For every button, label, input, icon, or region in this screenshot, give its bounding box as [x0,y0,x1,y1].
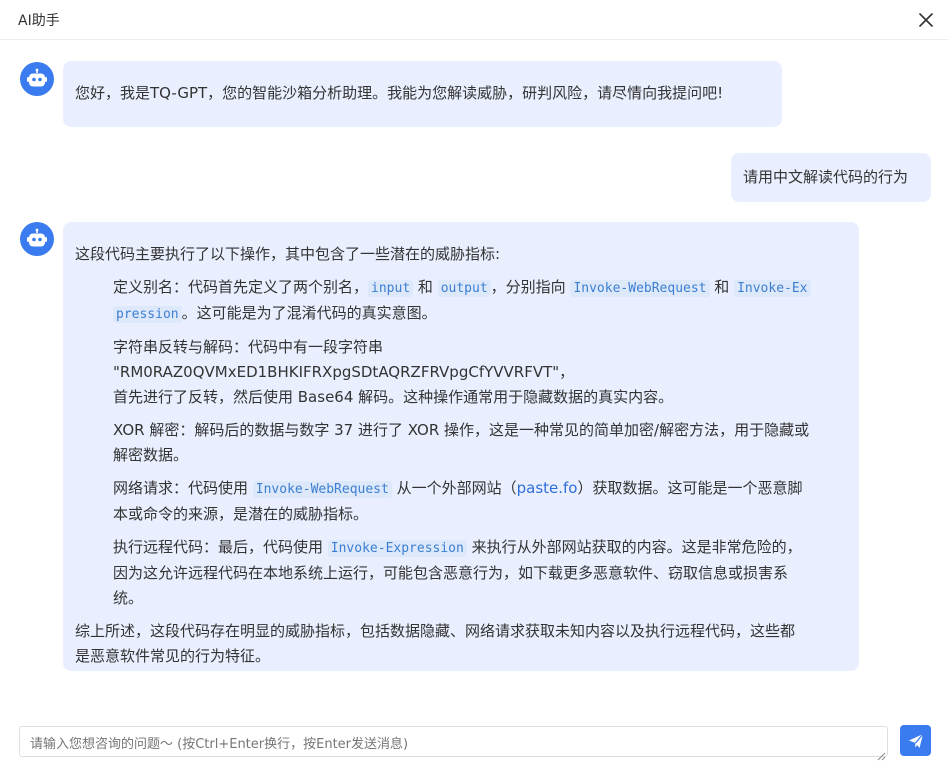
code-snippet: Invoke-Ex [734,280,811,297]
item-text: 因为这允许远程代码在本地系统上运行，可能包含恶意行为，如下载更多恶意软件、窃取信… [113,564,789,582]
item-text: 首先进行了反转，然后使用 Base64 解码。这种操作通常用于隐藏数据的真实内容… [113,388,674,406]
answer-conclusion: 综上所述，这段代码存在明显的威胁指标，包括数据隐藏、网络请求获取未知内容以及执行… [75,619,847,669]
item-text: 来执行从外部网站获取的内容。这是非常危险的， [466,538,802,556]
code-snippet: output [437,280,491,297]
greeting-text: 您好，我是TQ-GPT，您的智能沙箱分析助理。我能为您解读威胁，研判风险，请尽情… [75,84,724,102]
robot-icon [20,62,54,96]
user-message-bubble: 请用中文解读代码的行为 [731,153,931,202]
item-text: 从一个外部网站（ [391,479,517,497]
close-icon[interactable] [916,10,936,30]
code-snippet: pression [113,306,182,323]
conclusion-text: 综上所述，这段代码存在明显的威胁指标，包括数据隐藏、网络请求获取未知内容以及执行… [75,622,796,640]
website-link[interactable]: paste.fo [517,479,578,497]
robot-icon [20,222,54,256]
item-text: 和 [709,278,735,296]
item-text: ，分别指向 [490,278,571,296]
item-text: 字符串反转与解码：代码中有一段字符串 "RM0RAZ0QVMxED1BHKIFR… [113,338,575,381]
item-text: 本或命令的来源，是潜在的威胁指标。 [113,505,369,523]
composer [0,714,948,774]
resize-handle-icon[interactable] [876,746,886,761]
item-text: 。这可能是为了混淆代码的真实意图。 [181,304,437,322]
item-text: ）获取数据。这可能是一个恶意脚 [577,479,803,497]
code-snippet: Invoke-WebRequest [252,481,392,498]
ai-greeting-bubble: 您好，我是TQ-GPT，您的智能沙箱分析助理。我能为您解读威胁，研判风险，请尽情… [63,61,782,127]
item-text: 网络请求：代码使用 [113,479,253,497]
code-snippet: Invoke-Expression [327,540,467,557]
code-snippet: Invoke-WebRequest [570,280,710,297]
item-text: 定义别名：代码首先定义了两个别名， [113,278,369,296]
code-snippet: input [368,280,414,297]
answer-intro: 这段代码主要执行了以下操作，其中包含了一些潜在的威胁指标: [75,245,501,263]
window-header: AI助手 [0,0,948,40]
answer-item-reverse: 字符串反转与解码：代码中有一段字符串 "RM0RAZ0QVMxED1BHKIFR… [113,335,847,410]
item-text: 统。 [113,589,144,607]
answer-item-network: 网络请求：代码使用 Invoke-WebRequest 从一个外部网站（past… [113,476,847,527]
item-text: 解密数据。 [113,446,189,464]
chat-area[interactable]: 您好，我是TQ-GPT，您的智能沙箱分析助理。我能为您解读威胁，研判风险，请尽情… [0,41,948,714]
answer-item-remote: 执行远程代码：最后，代码使用 Invoke-Expression 来执行从外部网… [113,535,847,611]
item-text: 和 [413,278,438,296]
item-text: XOR 解密：解码后的数据与数字 37 进行了 XOR 操作，这是一种常见的简单… [113,421,810,439]
user-message-text: 请用中文解读代码的行为 [743,168,909,186]
ai-answer-bubble: 这段代码主要执行了以下操作，其中包含了一些潜在的威胁指标: 定义别名：代码首先定… [63,222,859,671]
item-text: 执行远程代码：最后，代码使用 [113,538,328,556]
conclusion-text: 是恶意软件常见的行为特征。 [75,647,271,665]
send-button[interactable] [900,725,931,756]
answer-item-xor: XOR 解密：解码后的数据与数字 37 进行了 XOR 操作，这是一种常见的简单… [113,418,847,468]
window-title: AI助手 [18,12,60,29]
answer-item-alias: 定义别名：代码首先定义了两个别名， input 和 output ，分别指向 Inv… [113,275,847,327]
send-icon [908,733,923,748]
question-input[interactable] [19,726,888,757]
